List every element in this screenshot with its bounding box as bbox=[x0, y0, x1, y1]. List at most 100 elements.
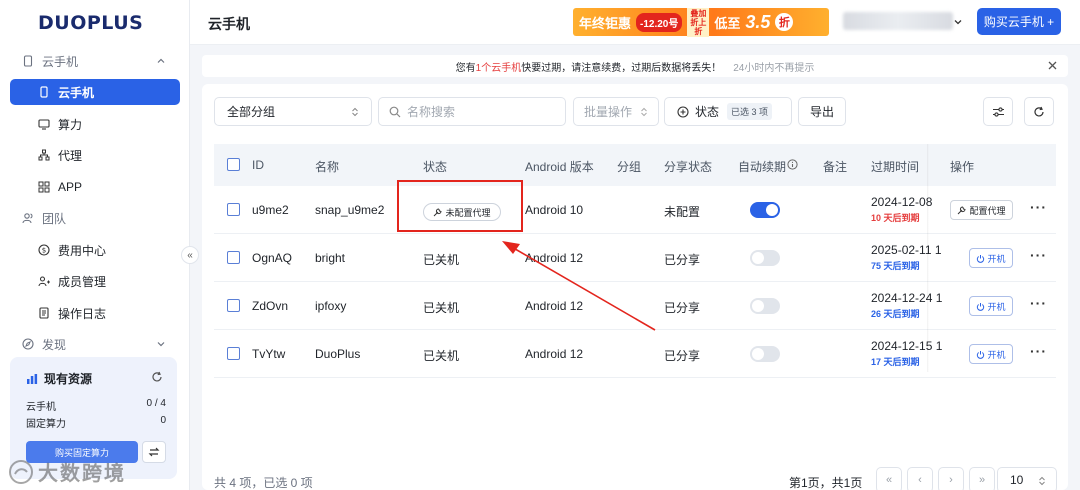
members-icon bbox=[38, 275, 50, 287]
table-row[interactable]: TvYtw DuoPlus 已关机 Android 12 已分享 2024-12… bbox=[214, 330, 1056, 378]
refresh-icon bbox=[1034, 106, 1044, 116]
close-icon[interactable] bbox=[1047, 60, 1058, 71]
notice-highlight[interactable]: 1个云手机 bbox=[476, 59, 522, 74]
row-checkbox[interactable] bbox=[227, 299, 240, 312]
action-label: 开机 bbox=[987, 253, 1006, 264]
sidebar-item-billing[interactable]: $ 费用中心 bbox=[10, 237, 180, 263]
select-all-checkbox[interactable] bbox=[227, 158, 240, 171]
chevron-down-icon[interactable] bbox=[953, 17, 963, 27]
resources-row: 固定算力 0 bbox=[26, 415, 166, 430]
sidebar-group-discover[interactable]: 发现 bbox=[10, 331, 180, 357]
collapse-sidebar-button[interactable]: « bbox=[181, 246, 199, 264]
phone-icon bbox=[38, 86, 50, 98]
column-settings-button[interactable] bbox=[983, 97, 1013, 126]
sidebar-group-label: 团队 bbox=[42, 211, 67, 226]
batch-operation-select[interactable]: 批量操作 bbox=[573, 97, 659, 126]
refresh-button[interactable] bbox=[1024, 97, 1054, 126]
expire-date: 2024-12-15 1 bbox=[871, 339, 943, 353]
table-row[interactable]: ZdOvn ipfoxy 已关机 Android 12 已分享 2024-12-… bbox=[214, 282, 1056, 330]
swap-button[interactable] bbox=[142, 441, 166, 463]
table-row[interactable]: u9me2 snap_u9me2 未配置代理 Android 10 未配置 20… bbox=[214, 186, 1056, 234]
selection-summary: 共 4 项，已选 0 项 bbox=[214, 476, 313, 490]
auto-renew-toggle[interactable] bbox=[750, 202, 780, 218]
sticky-column-shadow bbox=[927, 144, 929, 372]
expire-days: 10 天后到期 bbox=[871, 213, 920, 223]
sidebar-item-logs[interactable]: 操作日志 bbox=[10, 300, 180, 326]
prev-page-button[interactable]: ‹ bbox=[907, 467, 933, 490]
sidebar-group-cloud-phone[interactable]: 云手机 bbox=[10, 48, 180, 74]
sidebar: DUOPLUS 云手机 云手机 算力 代理 APP 团队 $ 费用中心 成员管理… bbox=[0, 0, 190, 490]
expiry-notice: 您有 1个云手机 快要过期，请注意续费，过期后数据将丢失！ 24小时内不再提示 bbox=[202, 55, 1068, 77]
row-expire: 2024-12-24 1 26 天后到期 bbox=[871, 291, 942, 320]
buy-cloud-phone-button[interactable]: 购买云手机 + bbox=[977, 8, 1061, 35]
resources-label: 固定算力 bbox=[26, 419, 66, 430]
column-header: 分享状态 bbox=[664, 160, 713, 174]
column-header: ID bbox=[252, 158, 264, 172]
power-on-button[interactable]: 开机 bbox=[969, 344, 1013, 364]
compass-icon bbox=[22, 338, 34, 350]
sidebar-item-app[interactable]: APP bbox=[10, 174, 180, 200]
group-select[interactable]: 全部分组 bbox=[214, 97, 372, 126]
logo[interactable]: DUOPLUS bbox=[38, 12, 143, 34]
power-on-button[interactable]: 开机 bbox=[969, 296, 1013, 316]
sidebar-group-label: 云手机 bbox=[42, 54, 79, 69]
row-expire: 2024-12-08 10 天后到期 bbox=[871, 195, 932, 224]
promo-discount-unit: 折 bbox=[775, 13, 794, 31]
power-icon bbox=[977, 254, 985, 263]
search-input[interactable]: 名称搜索 bbox=[378, 97, 566, 126]
row-checkbox[interactable] bbox=[227, 251, 240, 264]
auto-renew-toggle[interactable] bbox=[750, 346, 780, 362]
row-id: TvYtw bbox=[252, 347, 286, 361]
expire-date: 2024-12-08 bbox=[871, 195, 933, 209]
power-on-button[interactable]: 开机 bbox=[969, 248, 1013, 268]
search-icon bbox=[389, 106, 401, 117]
row-share: 已分享 bbox=[664, 253, 701, 267]
group-select-value: 全部分组 bbox=[227, 105, 276, 119]
row-expire: 2025-02-11 1 75 天后到期 bbox=[871, 243, 942, 272]
more-icon[interactable]: ··· bbox=[1030, 199, 1047, 215]
resources-title: 现有资源 bbox=[26, 370, 92, 387]
expire-date: 2024-12-24 1 bbox=[871, 291, 943, 305]
more-icon[interactable]: ··· bbox=[1030, 247, 1047, 263]
main-card: 全部分组 名称搜索 批量操作 状态 已选 3 项 导出 ID 名称 状态 And… bbox=[202, 84, 1068, 490]
promo-text: 年终钜惠 bbox=[579, 15, 632, 31]
column-header: 备注 bbox=[823, 160, 848, 174]
table-row[interactable]: OgnAQ bright 已关机 Android 12 已分享 2025-02-… bbox=[214, 234, 1056, 282]
refresh-icon[interactable] bbox=[151, 371, 163, 383]
more-icon[interactable]: ··· bbox=[1030, 343, 1047, 359]
user-account[interactable] bbox=[843, 12, 953, 30]
export-button[interactable]: 导出 bbox=[798, 97, 846, 126]
expire-days: 75 天后到期 bbox=[871, 261, 920, 271]
notice-dont-show[interactable]: 24小时内不再提示 bbox=[733, 59, 814, 74]
sidebar-item-cloud-phone[interactable]: 云手机 bbox=[10, 79, 180, 105]
row-checkbox[interactable] bbox=[227, 347, 240, 360]
status-filter[interactable]: 状态 已选 3 项 bbox=[664, 97, 792, 126]
last-page-button[interactable]: » bbox=[969, 467, 995, 490]
chevron-left-icon: ‹ bbox=[918, 474, 922, 486]
row-checkbox[interactable] bbox=[227, 203, 240, 216]
expire-date: 2025-02-11 1 bbox=[871, 243, 942, 257]
page-indicator: 第1页，共1页 bbox=[789, 476, 863, 490]
auto-renew-toggle[interactable] bbox=[750, 250, 780, 266]
highlight-box bbox=[397, 180, 523, 232]
chevron-up-icon bbox=[157, 58, 165, 63]
configure-proxy-button[interactable]: 配置代理 bbox=[950, 200, 1013, 220]
resources-label: 云手机 bbox=[26, 402, 56, 413]
sidebar-item-members[interactable]: 成员管理 bbox=[10, 268, 180, 294]
next-page-button[interactable]: › bbox=[938, 467, 964, 490]
page-size-select[interactable]: 10 bbox=[997, 467, 1057, 490]
first-page-button[interactable]: « bbox=[876, 467, 902, 490]
sidebar-item-compute[interactable]: 算力 bbox=[10, 111, 180, 137]
sidebar-item-label: 云手机 bbox=[58, 85, 95, 100]
swap-icon bbox=[148, 447, 160, 457]
auto-renew-toggle[interactable] bbox=[750, 298, 780, 314]
sidebar-item-proxy[interactable]: 代理 bbox=[10, 142, 180, 168]
sidebar-group-team[interactable]: 团队 bbox=[10, 205, 180, 231]
row-name: bright bbox=[315, 251, 346, 265]
promo-banner[interactable]: 年终钜惠 -12.20号 叠加折上折 低至 3.5 折 bbox=[573, 7, 829, 37]
svg-text:$: $ bbox=[42, 247, 46, 255]
row-id: ZdOvn bbox=[252, 299, 289, 313]
status-filter-label: 状态 bbox=[695, 105, 720, 119]
more-icon[interactable]: ··· bbox=[1030, 295, 1047, 311]
info-icon[interactable] bbox=[787, 159, 798, 170]
